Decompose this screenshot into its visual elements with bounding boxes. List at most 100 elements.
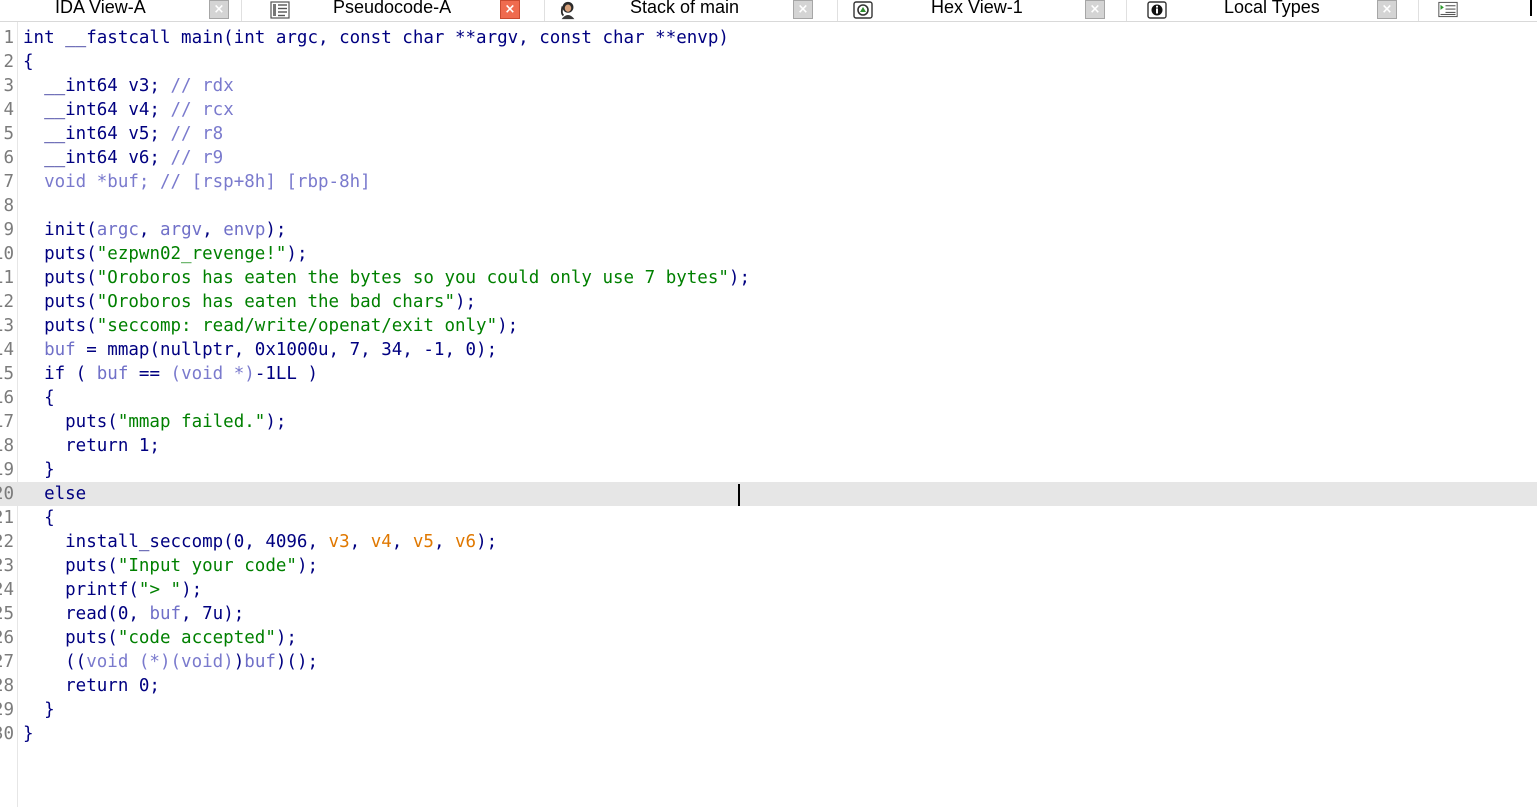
line-number: 28 [0,674,14,698]
code-text: } [23,458,55,482]
code-token: , [202,220,224,240]
code-text: puts("Oroboros has eaten the bytes so yo… [23,266,750,290]
code-line[interactable]: 27 ((void (*)(void))buf)(); [0,650,1537,674]
code-token: , [391,532,413,552]
tab-ida-view-a[interactable]: IDA View-A × [0,0,240,21]
line-number-text: 6 [3,148,14,168]
code-line[interactable]: 5 __int64 v5; // r8 [0,122,1537,146]
line-number-text: 12 [0,292,14,312]
code-token: = mmap(nullptr, 0x1000u, 7, 34, -1, 0); [75,340,498,360]
code-token: ); [181,580,203,600]
tab-label: Pseudocode-A [333,0,452,17]
code-line[interactable]: 10 puts("ezpwn02_revenge!"); [0,242,1537,266]
line-number-text: 26 [0,628,14,648]
close-icon[interactable]: × [500,0,520,19]
code-line[interactable]: 29 } [0,698,1537,722]
tab-pseudocode-a[interactable]: Pseudocode-A × [262,0,532,21]
line-number: 26 [0,626,14,650]
code-line[interactable]: 8 [0,194,1537,218]
code-line[interactable]: 17 puts("mmap failed."); [0,410,1537,434]
code-line[interactable]: 11 puts("Oroboros has eaten the bytes so… [0,266,1537,290]
line-number-text: 2 [3,52,14,72]
line-number: 12 [0,290,14,314]
code-token: "mmap failed." [117,412,266,432]
code-text: puts("Oroboros has eaten the bad chars")… [23,290,476,314]
code-token: puts( [23,628,118,648]
line-number-text: 28 [0,676,14,696]
line-number: 1 [0,26,14,50]
code-line[interactable]: 3 __int64 v3; // rdx [0,74,1537,98]
close-icon[interactable]: × [1085,0,1105,19]
code-line[interactable]: 24 printf("> "); [0,578,1537,602]
code-line[interactable]: 19 } [0,458,1537,482]
line-number: 6 [0,146,14,170]
code-line[interactable]: 12 puts("Oroboros has eaten the bad char… [0,290,1537,314]
code-line[interactable]: 13 puts("seccomp: read/write/openat/exit… [0,314,1537,338]
code-line[interactable]: 20 else [0,482,1537,506]
code-text: puts("ezpwn02_revenge!"); [23,242,308,266]
line-number-text: 5 [3,124,14,144]
code-line[interactable]: 28 return 0; [0,674,1537,698]
line-number: 20 [0,482,14,506]
code-token: return 0; [23,676,160,696]
code-line[interactable]: 6 __int64 v6; // r9 [0,146,1537,170]
tab-local-types[interactable]: Local Types × [1135,0,1415,21]
tab-separator [544,0,545,21]
code-text: if ( buf == (void *)-1LL ) [23,362,318,386]
code-token: { [23,508,55,528]
code-line[interactable]: 1 int __fastcall main(int argc, const cha… [0,26,1537,50]
line-number: 16 [0,386,14,410]
code-token: init( [23,220,97,240]
code-text: buf = mmap(nullptr, 0x1000u, 7, 34, -1, … [23,338,497,362]
close-icon[interactable]: × [209,0,229,19]
line-number: 25 [0,602,14,626]
code-text: __int64 v3; // rdx [23,74,234,98]
list-view-icon[interactable] [1438,0,1458,19]
code-text: puts("mmap failed."); [23,410,286,434]
code-text: printf("> "); [23,578,202,602]
code-line[interactable]: 15 if ( buf == (void *)-1LL ) [0,362,1537,386]
close-icon[interactable]: × [793,0,813,19]
pseudocode-editor[interactable]: 1 int __fastcall main(int argc, const cha… [0,26,1537,746]
code-line[interactable]: 16 { [0,386,1537,410]
line-number-text: 3 [3,76,14,96]
code-text: read(0, buf, 7u); [23,602,244,626]
code-token: ); [265,220,287,240]
code-text: } [23,722,34,746]
line-number: 11 [0,266,14,290]
code-line[interactable]: 2{ [0,50,1537,74]
code-line[interactable]: 26 puts("code accepted"); [0,626,1537,650]
code-line[interactable]: 30} [0,722,1537,746]
code-token: void *buf; [23,172,160,192]
code-line[interactable]: 18 return 1; [0,434,1537,458]
code-text: puts("code accepted"); [23,626,297,650]
code-line[interactable]: 25 read(0, buf, 7u); [0,602,1537,626]
tab-stack-of-main[interactable]: Stack of main × [555,0,827,21]
code-line[interactable]: 4 __int64 v4; // rcx [0,98,1537,122]
code-line[interactable]: 7 void *buf; // [rsp+8h] [rbp-8h] [0,170,1537,194]
code-text: init(argc, argv, envp); [23,218,286,242]
code-token: "code accepted" [117,628,276,648]
tab-label: Stack of main [630,0,740,17]
code-line[interactable]: 23 puts("Input your code"); [0,554,1537,578]
code-line[interactable]: 14 buf = mmap(nullptr, 0x1000u, 7, 34, -… [0,338,1537,362]
line-number: 4 [0,98,14,122]
code-token: buf [96,364,129,384]
code-line[interactable]: 22 install_seccomp(0, 4096, v3, v4, v5, … [0,530,1537,554]
close-icon[interactable]: × [1377,0,1397,19]
code-token: buf [149,604,182,624]
code-token: ); [286,244,308,264]
code-text: install_seccomp(0, 4096, v3, v4, v5, v6)… [23,530,497,554]
code-line[interactable]: 21 { [0,506,1537,530]
code-token: , [138,220,160,240]
code-token: puts( [23,292,97,312]
code-token: puts( [23,316,97,336]
code-token: return 1; [23,436,160,456]
line-number: 5 [0,122,14,146]
code-token: // r8 [170,124,224,144]
tab-hex-view-1[interactable]: Hex View-1 × [845,0,1115,21]
code-token: ); [265,412,287,432]
code-token: ); [728,268,750,288]
code-line[interactable]: 9 init(argc, argv, envp); [0,218,1537,242]
code-text: puts("Input your code"); [23,554,318,578]
